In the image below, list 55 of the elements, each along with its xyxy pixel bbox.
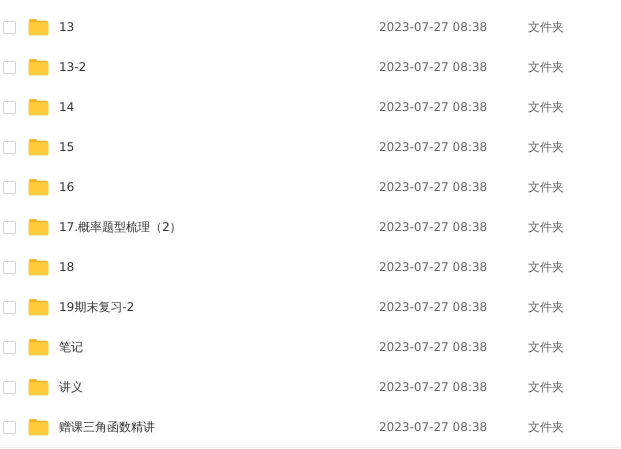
- folder-name[interactable]: 笔记: [59, 340, 83, 354]
- file-type: 文件夹: [528, 178, 564, 196]
- modified-date: 2023-07-27 08:38: [379, 340, 488, 354]
- checkbox[interactable]: [3, 300, 16, 314]
- checkbox[interactable]: [3, 220, 16, 234]
- file-type: 文件夹: [528, 298, 564, 316]
- file-type: 文件夹: [528, 98, 564, 116]
- folder-icon: [28, 298, 49, 316]
- checkbox[interactable]: [3, 60, 16, 74]
- modified-date: 2023-07-27 08:38: [379, 180, 488, 194]
- folder-name[interactable]: 13-2: [59, 60, 86, 74]
- folder-icon: [28, 418, 49, 436]
- checkbox[interactable]: [3, 180, 16, 194]
- folder-icon: [28, 258, 49, 276]
- modified-date: 2023-07-27 08:38: [379, 420, 488, 434]
- file-type: 文件夹: [528, 418, 564, 436]
- checkbox[interactable]: [3, 20, 16, 34]
- folder-name[interactable]: 19期末复习-2: [59, 300, 134, 314]
- modified-date: 2023-07-27 08:38: [379, 220, 488, 234]
- folder-name[interactable]: 16: [59, 180, 74, 194]
- folder-icon: [28, 178, 49, 196]
- folder-name[interactable]: 18: [59, 260, 74, 274]
- file-type: 文件夹: [528, 258, 564, 276]
- checkbox[interactable]: [3, 340, 16, 354]
- file-type: 文件夹: [528, 58, 564, 76]
- file-type: 文件夹: [528, 338, 564, 356]
- checkbox[interactable]: [3, 420, 16, 434]
- folder-icon: [28, 218, 49, 236]
- folder-icon: [28, 338, 49, 356]
- folder-name[interactable]: 14: [59, 100, 74, 114]
- folder-icon: [28, 378, 49, 396]
- modified-date: 2023-07-27 08:38: [379, 100, 488, 114]
- folder-icon: [28, 58, 49, 76]
- checkbox[interactable]: [3, 380, 16, 394]
- modified-date: 2023-07-27 08:38: [379, 60, 488, 74]
- file-type: 文件夹: [528, 18, 564, 36]
- folder-icon: [28, 138, 49, 156]
- folder-name[interactable]: 17.概率题型梳理（2）: [59, 220, 182, 234]
- folder-name[interactable]: 15: [59, 140, 74, 154]
- modified-date: 2023-07-27 08:38: [379, 260, 488, 274]
- folder-icon: [28, 18, 49, 36]
- modified-date: 2023-07-27 08:38: [379, 300, 488, 314]
- folder-icon: [28, 98, 49, 116]
- folder-name[interactable]: 讲义: [59, 380, 83, 394]
- folder-name[interactable]: 13: [59, 20, 74, 34]
- modified-date: 2023-07-27 08:38: [379, 20, 488, 34]
- checkbox[interactable]: [3, 140, 16, 154]
- checkbox[interactable]: [3, 100, 16, 114]
- checkbox[interactable]: [3, 260, 16, 274]
- modified-date: 2023-07-27 08:38: [379, 140, 488, 154]
- modified-date: 2023-07-27 08:38: [379, 380, 488, 394]
- file-type: 文件夹: [528, 378, 564, 396]
- folder-name[interactable]: 赠课三角函数精讲: [59, 420, 155, 434]
- file-type: 文件夹: [528, 218, 564, 236]
- file-type: 文件夹: [528, 138, 564, 156]
